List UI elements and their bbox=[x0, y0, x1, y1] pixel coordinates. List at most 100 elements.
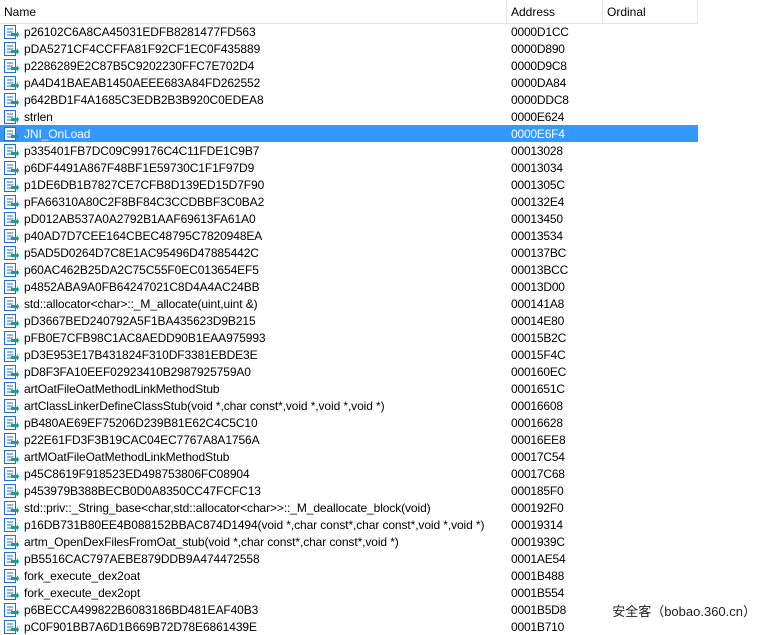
row-name: p45C8619F918523ED498753806FC08904 bbox=[24, 466, 250, 481]
row-name: fork_execute_dex2opt bbox=[24, 585, 141, 600]
row-address: 0001B488 bbox=[511, 568, 565, 583]
function-entry-icon bbox=[3, 568, 19, 584]
function-entry-icon bbox=[3, 92, 19, 108]
row-name: p5AD5D0264D7C8E1AC95496D47885442C bbox=[24, 245, 259, 260]
row-address: 000141A8 bbox=[511, 296, 565, 311]
row-address: 00015F4C bbox=[511, 347, 566, 362]
row-address: 000137BC bbox=[511, 245, 567, 260]
table-row[interactable]: pB5516CAC797AEBE879DDB9A474472558 0001AE5… bbox=[0, 550, 698, 567]
table-row[interactable]: p1DE6DB1B7827CE7CFB8D139ED15D7F90 0001305… bbox=[0, 176, 698, 193]
table-row[interactable]: pD3E953E17B431824F310DF3381EBDE3E 00015F4… bbox=[0, 346, 698, 363]
column-header-address[interactable]: Address bbox=[507, 0, 603, 23]
row-address: 00015B2C bbox=[511, 330, 567, 345]
function-entry-icon bbox=[3, 466, 19, 482]
function-entry-icon bbox=[3, 126, 19, 142]
table-row[interactable]: p60AC462B25DA2C75C55F0EC013654EF5 00013BC… bbox=[0, 261, 698, 278]
row-name: artMOatFileOatMethodLinkMethodStub bbox=[24, 449, 230, 464]
row-name: fork_execute_dex2oat bbox=[24, 568, 141, 583]
row-name: strlen bbox=[24, 109, 53, 124]
row-name: artClassLinkerDefineClassStub(void *,cha… bbox=[24, 398, 385, 413]
column-header-name[interactable]: Name bbox=[0, 0, 507, 23]
table-row[interactable]: artOatFileOatMethodLinkMethodStub 0001651… bbox=[0, 380, 698, 397]
row-name: pFB0E7CFB98C1AC8AEDD90B1EAA975993 bbox=[24, 330, 266, 345]
row-address: 00017C54 bbox=[511, 449, 565, 464]
row-address: 0000D9C8 bbox=[511, 58, 567, 73]
function-entry-icon bbox=[3, 143, 19, 159]
table-row[interactable]: p5AD5D0264D7C8E1AC95496D47885442C 000137B… bbox=[0, 244, 698, 261]
table-row[interactable]: std::priv::_String_base<char,std::alloca… bbox=[0, 499, 698, 516]
row-address: 00016EE8 bbox=[511, 432, 566, 447]
row-address: 00014E80 bbox=[511, 313, 565, 328]
table-row[interactable]: p45C8619F918523ED498753806FC08904 00017C6… bbox=[0, 465, 698, 482]
table-row[interactable]: artClassLinkerDefineClassStub(void *,cha… bbox=[0, 397, 698, 414]
row-address: 000132E4 bbox=[511, 194, 565, 209]
function-entry-icon bbox=[3, 41, 19, 57]
function-entry-icon bbox=[3, 24, 19, 40]
row-address: 0000E6F4 bbox=[511, 126, 565, 141]
table-row[interactable]: JNI_OnLoad 0000E6F4 bbox=[0, 125, 698, 142]
function-entry-icon bbox=[3, 245, 19, 261]
row-name: pD3667BED240792A5F1BA435623D9B215 bbox=[24, 313, 256, 328]
table-row[interactable]: fork_execute_dex2oat 0001B488 bbox=[0, 567, 698, 584]
table-row[interactable]: artm_OpenDexFilesFromOat_stub(void *,cha… bbox=[0, 533, 698, 550]
table-row[interactable]: pFB0E7CFB98C1AC8AEDD90B1EAA975993 00015B2… bbox=[0, 329, 698, 346]
function-entry-icon bbox=[3, 58, 19, 74]
table-row[interactable]: p16DB731B80EE4B088152BBAC874D1494(void *… bbox=[0, 516, 698, 533]
row-address: 00013034 bbox=[511, 160, 563, 175]
row-name: p60AC462B25DA2C75C55F0EC013654EF5 bbox=[24, 262, 259, 277]
table-row[interactable]: p2286289E2C87B5C9202230FFC7E702D4 0000D9C… bbox=[0, 57, 698, 74]
table-row[interactable]: pA4D41BAEAB1450AEEE683A84FD262552 0000DA8… bbox=[0, 74, 698, 91]
row-address: 00019314 bbox=[511, 517, 563, 532]
function-entry-icon bbox=[3, 109, 19, 125]
table-row[interactable]: pD012AB537A0A2792B1AAF69613FA61A0 0001345… bbox=[0, 210, 698, 227]
table-row[interactable]: artMOatFileOatMethodLinkMethodStub 00017C… bbox=[0, 448, 698, 465]
function-entry-icon bbox=[3, 432, 19, 448]
function-entry-icon bbox=[3, 517, 19, 533]
table-row[interactable]: p26102C6A8CA45031EDFB8281477FD563 0000D1C… bbox=[0, 23, 698, 40]
function-entry-icon bbox=[3, 398, 19, 414]
table-row[interactable]: std::allocator<char>::_M_allocate(uint,u… bbox=[0, 295, 698, 312]
table-row[interactable]: p4852ABA9A0FB64247021C8D4A4AC24BB 00013D0… bbox=[0, 278, 698, 295]
table-row[interactable]: p6BECCA499822B6083186BD481EAF40B3 0001B5D… bbox=[0, 601, 698, 618]
function-entry-icon bbox=[3, 330, 19, 346]
row-address: 0000DDC8 bbox=[511, 92, 569, 107]
function-entry-icon bbox=[3, 296, 19, 312]
table-row[interactable]: p40AD7D7CEE164CBEC48795C7820948EA 0001353… bbox=[0, 227, 698, 244]
table-row[interactable]: pB480AE69EF75206D239B81E62C4C5C10 0001662… bbox=[0, 414, 698, 431]
column-header-ordinal[interactable]: Ordinal bbox=[603, 0, 698, 23]
table-row[interactable]: p335401FB7DC09C99176C4C11FDE1C9B7 0001302… bbox=[0, 142, 698, 159]
function-entry-icon bbox=[3, 602, 19, 618]
table-row[interactable]: pD8F3FA10EEF02923410B2987925759A0 000160E… bbox=[0, 363, 698, 380]
row-address: 0001B710 bbox=[511, 619, 565, 634]
exports-list: p26102C6A8CA45031EDFB8281477FD563 0000D1C… bbox=[0, 23, 698, 635]
table-row[interactable]: pFA66310A80C2F8BF84C3CCDBBF3C0BA2 000132E… bbox=[0, 193, 698, 210]
table-row[interactable]: pD3667BED240792A5F1BA435623D9B215 00014E8… bbox=[0, 312, 698, 329]
row-name: p40AD7D7CEE164CBEC48795C7820948EA bbox=[24, 228, 263, 243]
row-name: std::allocator<char>::_M_allocate(uint,u… bbox=[24, 296, 258, 311]
row-name: p2286289E2C87B5C9202230FFC7E702D4 bbox=[24, 58, 255, 73]
table-row[interactable]: p453979B388BECB0D0A8350CC47FCFC13 000185F… bbox=[0, 482, 698, 499]
row-name: pB5516CAC797AEBE879DDB9A474472558 bbox=[24, 551, 260, 566]
function-entry-icon bbox=[3, 177, 19, 193]
table-row[interactable]: pDA5271CF4CCFFA81F92CF1EC0F435889 0000D89… bbox=[0, 40, 698, 57]
row-address: 00013028 bbox=[511, 143, 563, 158]
table-row[interactable]: strlen 0000E624 bbox=[0, 108, 698, 125]
function-entry-icon bbox=[3, 449, 19, 465]
row-name: p453979B388BECB0D0A8350CC47FCFC13 bbox=[24, 483, 261, 498]
row-name: pB480AE69EF75206D239B81E62C4C5C10 bbox=[24, 415, 258, 430]
function-entry-icon bbox=[3, 313, 19, 329]
table-row[interactable]: p22E61FD3F3B19CAC04EC7767A8A1756A 00016EE… bbox=[0, 431, 698, 448]
row-name: std::priv::_String_base<char,std::alloca… bbox=[24, 500, 431, 515]
row-address: 0001305C bbox=[511, 177, 565, 192]
row-address: 000160EC bbox=[511, 364, 567, 379]
table-row[interactable]: p642BD1F4A1685C3EDB2B3B920C0EDEA8 0000DDC… bbox=[0, 91, 698, 108]
row-name: pD012AB537A0A2792B1AAF69613FA61A0 bbox=[24, 211, 256, 226]
function-entry-icon bbox=[3, 500, 19, 516]
table-row[interactable]: p6DF4491A867F48BF1E59730C1F1F97D9 0001303… bbox=[0, 159, 698, 176]
table-row[interactable]: fork_execute_dex2opt 0001B554 bbox=[0, 584, 698, 601]
table-row[interactable]: pC0F901BB7A6D1B669B72D78E6861439E 0001B71… bbox=[0, 618, 698, 635]
row-name: p1DE6DB1B7827CE7CFB8D139ED15D7F90 bbox=[24, 177, 265, 192]
row-address: 0000DA84 bbox=[511, 75, 567, 90]
watermark: 安全客（bobao.360.cn） bbox=[610, 601, 758, 620]
row-name: pDA5271CF4CCFFA81F92CF1EC0F435889 bbox=[24, 41, 261, 56]
